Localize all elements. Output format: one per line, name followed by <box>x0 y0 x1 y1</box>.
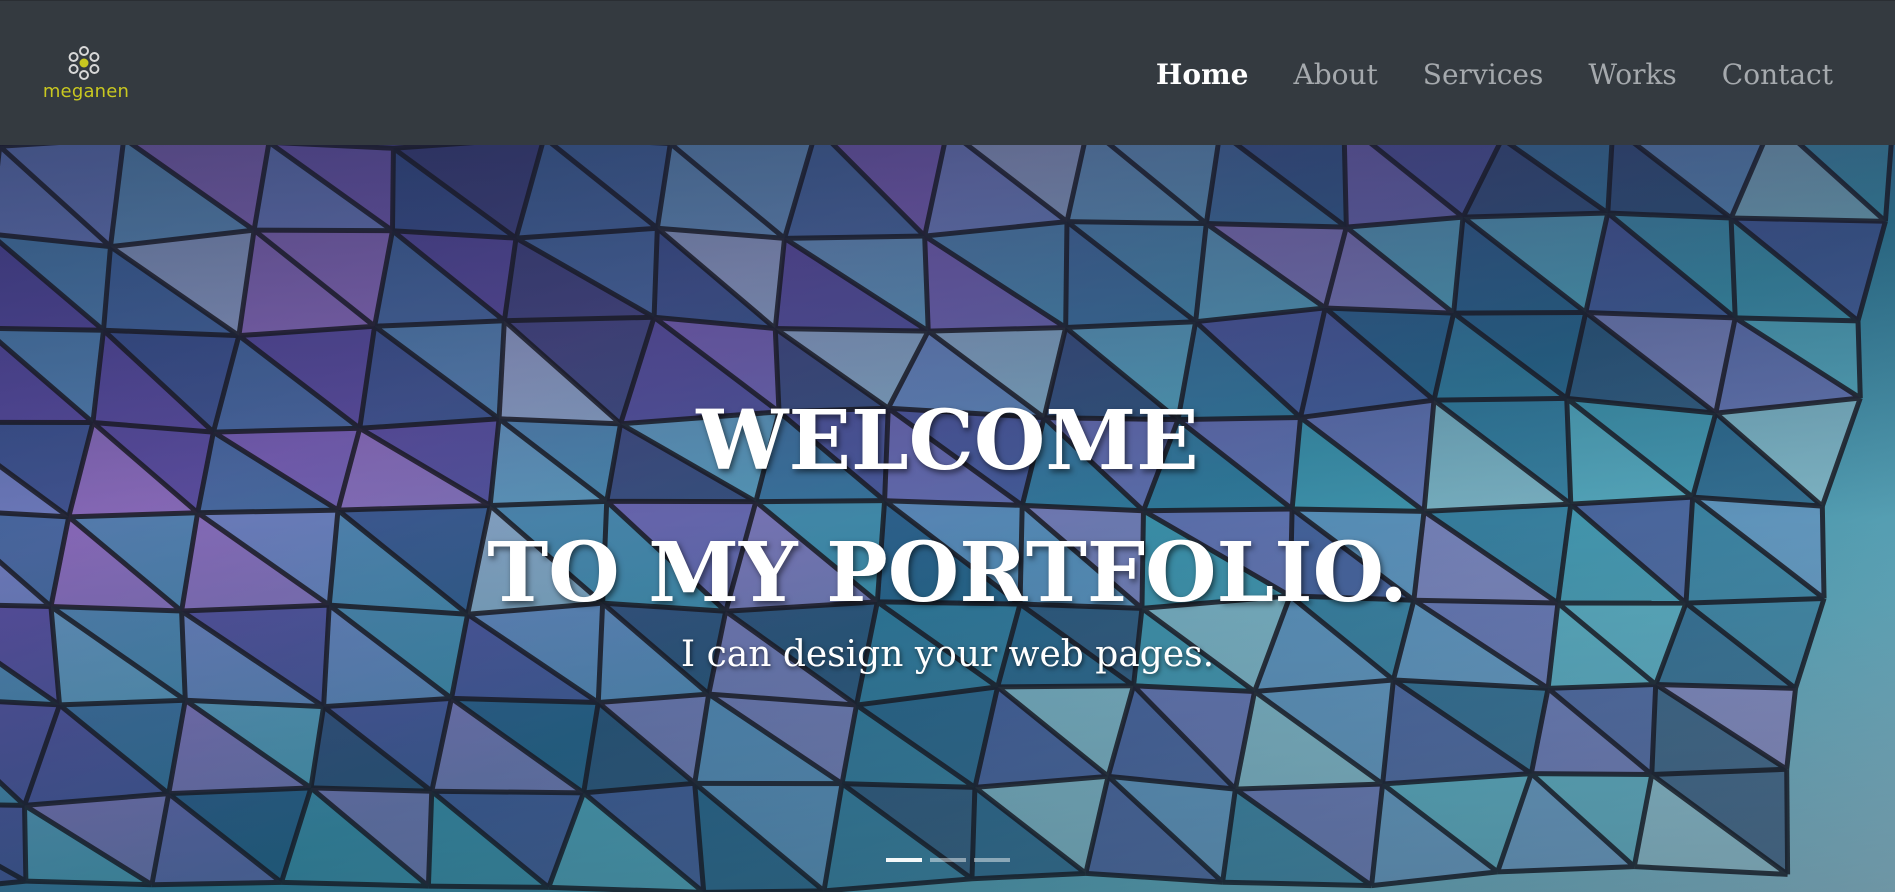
hero-title-line1: WELCOME <box>696 393 1199 489</box>
hero-caption: WELCOME TO MY PORTFOLIO. I can design yo… <box>0 145 1895 892</box>
carousel-indicators <box>886 858 1010 862</box>
nav-item-about: About <box>1294 53 1378 97</box>
nav-link-works[interactable]: Works <box>1588 53 1676 97</box>
hero-title-line2: TO MY PORTFOLIO. <box>487 525 1408 621</box>
nav-link-contact[interactable]: Contact <box>1722 53 1833 97</box>
brand-logo[interactable]: meganen <box>38 45 134 105</box>
brand-name: meganen <box>42 81 130 102</box>
carousel-indicator-3[interactable] <box>974 858 1010 862</box>
nav-link-home[interactable]: Home <box>1156 53 1249 97</box>
nav-item-services: Services <box>1423 53 1544 97</box>
flower-logo-icon <box>68 46 100 80</box>
hero-subtitle: I can design your web pages. <box>680 634 1215 675</box>
carousel-indicator-1[interactable] <box>886 858 922 862</box>
nav-link-about[interactable]: About <box>1294 53 1378 97</box>
nav-item-home: Home <box>1156 53 1249 97</box>
carousel-indicator-2[interactable] <box>930 858 966 862</box>
nav-link-services[interactable]: Services <box>1423 53 1544 97</box>
main-nav: Home About Services Works Contact <box>1156 53 1833 97</box>
navbar: meganen Home About Services Works Contac… <box>0 0 1895 145</box>
nav-item-works: Works <box>1588 53 1676 97</box>
hero-carousel: WELCOME TO MY PORTFOLIO. I can design yo… <box>0 145 1895 892</box>
nav-item-contact: Contact <box>1722 53 1833 97</box>
